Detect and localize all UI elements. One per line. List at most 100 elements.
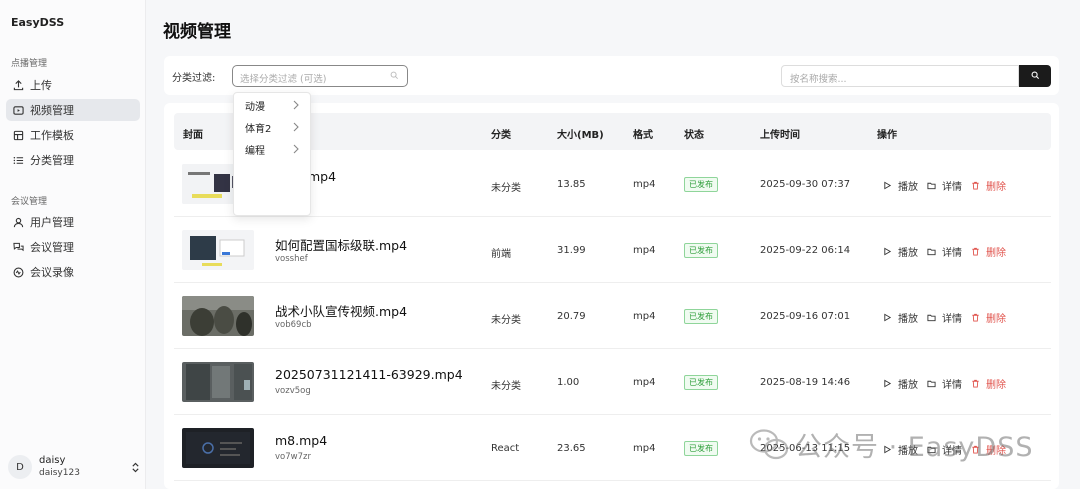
video-name[interactable]: 如何配置国标级联.mp4	[275, 235, 407, 254]
delete-button[interactable]: 删除	[971, 376, 1006, 391]
video-name[interactable]: 20250731121411-63929.mp4	[275, 367, 463, 382]
video-id: vosshef	[275, 254, 308, 264]
search-placeholder: 按名称搜索...	[790, 74, 847, 85]
table-row: 如何配置国标级联.mp4 vosshef 前端 31.99 mp4 已发布 20…	[174, 217, 1051, 283]
header-format: 格式	[633, 130, 653, 141]
sidebar-item-recordings[interactable]: 会议录像	[6, 261, 140, 283]
table-row: 20250731121411-63929.mp4 vozv5og 未分类 1.0…	[174, 349, 1051, 415]
dropdown-option-label: 动漫	[245, 101, 265, 113]
folder-icon	[927, 248, 936, 256]
wechat-icon	[749, 428, 789, 459]
trash-icon	[972, 313, 979, 322]
upload-time: 2025-09-22 06:14	[760, 245, 851, 256]
play-button[interactable]: 播放	[883, 244, 918, 259]
user-icon	[12, 216, 24, 228]
category-dropdown-menu: 动漫 体育2 编程	[233, 92, 311, 216]
detail-button[interactable]: 详情	[927, 376, 962, 391]
record-icon	[12, 266, 24, 278]
sidebar-item-label: 用户管理	[30, 216, 74, 229]
video-format: mp4	[633, 179, 656, 190]
name-search-input[interactable]: 按名称搜索...	[781, 65, 1019, 87]
upload-time: 2025-09-16 07:01	[760, 311, 851, 322]
sidebar-item-categories[interactable]: 分类管理	[6, 149, 140, 171]
header-category: 分类	[491, 130, 511, 141]
delete-button[interactable]: 删除	[971, 310, 1006, 325]
play-button[interactable]: 播放	[883, 376, 918, 391]
list-icon	[12, 154, 24, 166]
wechat-watermark: 公众号 · EasyDSS	[749, 425, 1033, 464]
search-icon	[1031, 69, 1040, 83]
upload-time: 2025-08-19 14:46	[760, 377, 851, 388]
trash-icon	[972, 181, 979, 190]
video-size: 23.65	[557, 443, 586, 454]
video-icon	[12, 104, 24, 116]
user-menu[interactable]: D daisy daisy123	[8, 452, 140, 482]
dropdown-option-label: 体育2	[245, 123, 272, 135]
sidebar-item-users[interactable]: 用户管理	[6, 211, 140, 233]
video-category: React	[491, 443, 520, 454]
play-button[interactable]: 播放	[883, 178, 918, 193]
play-label: 播放	[898, 380, 918, 391]
video-category: 未分类	[491, 183, 521, 194]
detail-label: 详情	[942, 314, 962, 325]
sidebar-item-templates[interactable]: 工作模板	[6, 124, 140, 146]
video-thumbnail	[182, 230, 254, 270]
sidebar-item-video-management[interactable]: 视频管理	[6, 99, 140, 121]
video-name[interactable]: mp4	[308, 169, 336, 184]
video-name[interactable]: 战术小队宣传视频.mp4	[275, 301, 407, 320]
detail-button[interactable]: 详情	[927, 178, 962, 193]
search-button[interactable]	[1019, 65, 1051, 87]
meeting-icon	[12, 241, 24, 253]
category-filter-select[interactable]: 选择分类过滤 (可选)	[232, 65, 408, 87]
detail-label: 详情	[942, 182, 962, 193]
play-icon	[884, 313, 892, 322]
detail-button[interactable]: 详情	[927, 310, 962, 325]
filter-bar: 分类过滤: 选择分类过滤 (可选) 按名称搜索...	[164, 56, 1059, 95]
delete-label: 删除	[986, 182, 1006, 193]
chevron-right-icon	[293, 100, 299, 110]
play-label: 播放	[898, 248, 918, 259]
search-icon	[390, 71, 400, 81]
status-badge: 已发布	[684, 375, 718, 390]
delete-label: 删除	[986, 314, 1006, 325]
play-button[interactable]: 播放	[883, 310, 918, 325]
trash-icon	[972, 379, 979, 388]
status-badge: 已发布	[684, 243, 718, 258]
user-name: daisy	[39, 455, 66, 466]
video-size: 31.99	[557, 245, 586, 256]
play-icon	[884, 247, 892, 256]
upload-icon	[12, 79, 24, 91]
video-id: vo7w7zr	[275, 452, 311, 462]
header-status: 状态	[684, 130, 704, 141]
detail-button[interactable]: 详情	[927, 244, 962, 259]
sidebar-item-label: 视频管理	[30, 104, 74, 117]
play-icon	[884, 181, 892, 190]
avatar: D	[8, 455, 32, 479]
video-format: mp4	[633, 245, 656, 256]
sidebar-item-meetings[interactable]: 会议管理	[6, 236, 140, 258]
chevron-right-icon	[293, 122, 299, 132]
header-upload-time: 上传时间	[760, 130, 800, 141]
category-filter-placeholder: 选择分类过滤 (可选)	[240, 74, 327, 85]
video-thumbnail	[182, 362, 254, 402]
folder-icon	[927, 380, 936, 388]
dropdown-option-label: 编程	[245, 145, 265, 157]
video-id: vob69cb	[275, 320, 312, 330]
dropdown-option-programming[interactable]: 编程	[234, 138, 312, 160]
sidebar-item-upload[interactable]: 上传	[6, 74, 140, 96]
delete-label: 删除	[986, 248, 1006, 259]
sidebar-item-label: 上传	[30, 79, 52, 92]
status-badge: 已发布	[684, 177, 718, 192]
detail-label: 详情	[942, 380, 962, 391]
video-name[interactable]: m8.mp4	[275, 433, 327, 448]
section-label-meeting: 会议管理	[11, 197, 48, 207]
dropdown-option-sports2[interactable]: 体育2	[234, 116, 312, 138]
delete-button[interactable]: 删除	[971, 244, 1006, 259]
delete-button[interactable]: 删除	[971, 178, 1006, 193]
filter-label: 分类过滤:	[172, 73, 216, 84]
video-format: mp4	[633, 311, 656, 322]
sidebar-item-label: 会议管理	[30, 241, 74, 254]
user-id: daisy123	[39, 468, 80, 478]
chevron-right-icon	[293, 144, 299, 154]
dropdown-option-anime[interactable]: 动漫	[234, 94, 312, 116]
